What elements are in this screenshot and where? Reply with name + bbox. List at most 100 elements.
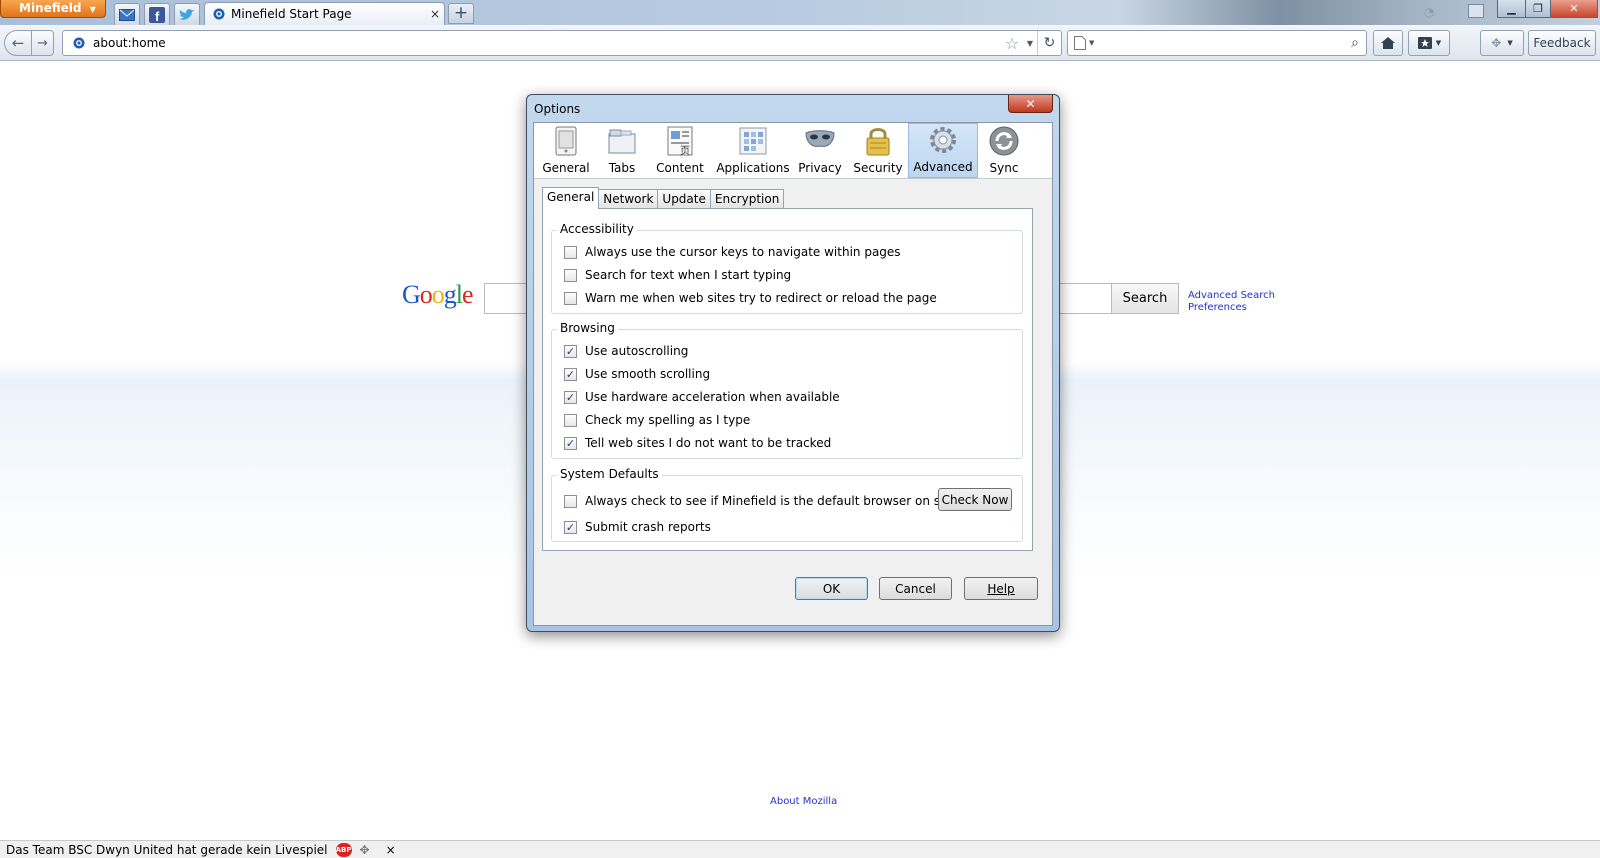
search-icon[interactable]: ⌕ <box>1344 35 1366 51</box>
window-close-button[interactable]: ✕ <box>1550 0 1598 18</box>
checkbox-label: Check my spelling as I type <box>585 413 751 427</box>
subtab-network[interactable]: Network <box>598 189 659 209</box>
hardware-acceleration-checkbox[interactable]: ✓ Use hardware acceleration when availab… <box>564 390 840 404</box>
pane-general[interactable]: General <box>534 123 598 178</box>
warn-redirect-checkbox[interactable]: Warn me when web sites try to redirect o… <box>564 291 937 305</box>
search-bar[interactable]: ▼ ⌕ <box>1067 30 1367 56</box>
search-links: Advanced Search Preferences <box>1188 290 1275 314</box>
chevron-down-icon: ▼ <box>1507 39 1513 47</box>
search-when-typing-checkbox[interactable]: Search for text when I start typing <box>564 268 791 282</box>
preferences-link[interactable]: Preferences <box>1188 302 1275 314</box>
app-menu-label: Minefield <box>19 1 82 15</box>
default-browser-checkbox[interactable]: Always check to see if Minefield is the … <box>564 494 977 508</box>
pane-tabs[interactable]: Tabs <box>598 123 646 178</box>
dialog-title: Options <box>534 102 581 116</box>
app-menu-button[interactable]: Minefield ▼ <box>0 0 106 18</box>
dialog-close-button[interactable]: ✕ <box>1008 95 1053 113</box>
list-all-tabs-icon[interactable] <box>1468 4 1484 18</box>
subtab-general[interactable]: General <box>542 187 600 209</box>
checkbox[interactable] <box>564 245 577 259</box>
pane-label: Security <box>853 161 903 175</box>
restore-button[interactable]: ❐ <box>1525 0 1551 18</box>
checkbox[interactable] <box>564 494 577 508</box>
checkbox-label: Use smooth scrolling <box>585 367 711 381</box>
sync-icon <box>988 125 1020 157</box>
addon-bar-button[interactable]: ✥ ▼ <box>1480 30 1524 56</box>
minimize-button[interactable]: ▁ <box>1497 0 1526 18</box>
google-logo: Google <box>402 280 474 310</box>
checkbox[interactable]: ✓ <box>564 367 577 381</box>
back-button[interactable]: ← <box>4 30 32 56</box>
facebook-app-tab[interactable]: f <box>144 3 170 25</box>
subtab-update[interactable]: Update <box>657 189 711 209</box>
mail-app-tab[interactable] <box>114 3 140 25</box>
bookmarks-menu-button[interactable]: ▼ <box>1408 30 1450 56</box>
navigation-toolbar: ← → about:home ☆ ▼ ↻ ▼ ⌕ ▼ ✥ ▼ Feedback <box>0 25 1600 61</box>
google-logo-letter: o <box>419 280 433 309</box>
forward-button[interactable]: → <box>32 30 54 56</box>
status-text: Das Team BSC Dwyn United hat gerade kein… <box>6 842 328 857</box>
tab-minefield-start-page[interactable]: Minefield Start Page × <box>204 2 445 25</box>
svg-text:页: 页 <box>680 145 690 156</box>
search-engine-selector[interactable]: ▼ <box>1074 36 1100 50</box>
checkbox[interactable]: ✓ <box>564 436 577 450</box>
url-text[interactable]: about:home <box>93 36 1001 50</box>
close-icon[interactable]: × <box>386 843 396 857</box>
submit-crash-reports-checkbox[interactable]: ✓ Submit crash reports <box>564 520 711 534</box>
checkbox[interactable]: ✓ <box>564 520 577 534</box>
pane-advanced[interactable]: Advanced <box>908 123 978 178</box>
smooth-scrolling-checkbox[interactable]: ✓ Use smooth scrolling <box>564 367 710 381</box>
addon-icon[interactable]: ✥ <box>360 843 370 857</box>
adblock-plus-icon[interactable]: ABP <box>335 842 352 857</box>
history-dropdown-icon[interactable]: ▼ <box>1023 39 1037 48</box>
globe-icon <box>73 37 85 49</box>
autoscrolling-checkbox[interactable]: ✓ Use autoscrolling <box>564 344 688 358</box>
pane-applications[interactable]: Applications <box>714 123 792 178</box>
pane-security[interactable]: Security <box>848 123 908 178</box>
advanced-search-link[interactable]: Advanced Search <box>1188 290 1275 302</box>
check-now-button[interactable]: Check Now <box>938 488 1012 511</box>
subtab-encryption[interactable]: Encryption <box>709 189 785 209</box>
globe-icon <box>213 8 225 20</box>
checkbox[interactable]: ✓ <box>564 390 577 404</box>
google-logo-letter: e <box>462 280 474 309</box>
home-button[interactable] <box>1373 30 1403 56</box>
checkbox[interactable] <box>564 291 577 305</box>
tab-title: Minefield Start Page <box>231 7 352 21</box>
restore-icon: ❐ <box>1533 2 1543 15</box>
pane-privacy[interactable]: Privacy <box>792 123 848 178</box>
cursor-keys-checkbox[interactable]: Always use the cursor keys to navigate w… <box>564 245 901 259</box>
pane-label: Content <box>656 161 704 175</box>
bookmark-star-icon[interactable]: ☆ <box>1001 34 1023 53</box>
home-icon <box>1381 37 1395 49</box>
google-search-button[interactable]: Search <box>1111 283 1179 314</box>
reload-button[interactable]: ↻ <box>1037 31 1061 55</box>
about-mozilla-link[interactable]: About Mozilla <box>770 796 837 807</box>
browsing-group: Browsing ✓ Use autoscrolling ✓ Use smoot… <box>551 321 1023 459</box>
checkbox[interactable] <box>564 413 577 427</box>
dialog-body: General Tabs 页 Content Applications Priv… <box>533 122 1053 626</box>
do-not-track-checkbox[interactable]: ✓ Tell web sites I do not want to be tra… <box>564 436 831 450</box>
checkbox[interactable]: ✓ <box>564 344 577 358</box>
pane-sync[interactable]: Sync <box>978 123 1030 178</box>
feedback-button[interactable]: Feedback <box>1528 30 1596 56</box>
checkbox[interactable] <box>564 268 577 282</box>
ok-label: OK <box>822 581 841 596</box>
general-subtab-panel: Accessibility Always use the cursor keys… <box>542 208 1033 551</box>
help-label: Help <box>987 581 1015 596</box>
tab-close-icon[interactable]: × <box>426 7 444 21</box>
facebook-icon: f <box>149 6 165 23</box>
pane-content[interactable]: 页 Content <box>646 123 714 178</box>
minimize-icon: ▁ <box>1507 2 1516 15</box>
pane-label: Advanced <box>913 160 973 174</box>
twitter-app-tab[interactable] <box>174 3 200 25</box>
title-bar: Minefield ▼ f Minefield Start Page × + ◔… <box>0 0 1600 25</box>
help-button[interactable]: Help <box>964 577 1038 600</box>
new-tab-button[interactable]: + <box>448 3 474 24</box>
bookmarks-icon <box>1417 37 1432 49</box>
spell-check-checkbox[interactable]: Check my spelling as I type <box>564 413 750 427</box>
url-bar[interactable]: about:home ☆ ▼ ↻ <box>62 30 1062 56</box>
cancel-button[interactable]: Cancel <box>879 577 952 600</box>
pane-label: Sync <box>989 161 1019 175</box>
ok-button[interactable]: OK <box>795 577 868 600</box>
